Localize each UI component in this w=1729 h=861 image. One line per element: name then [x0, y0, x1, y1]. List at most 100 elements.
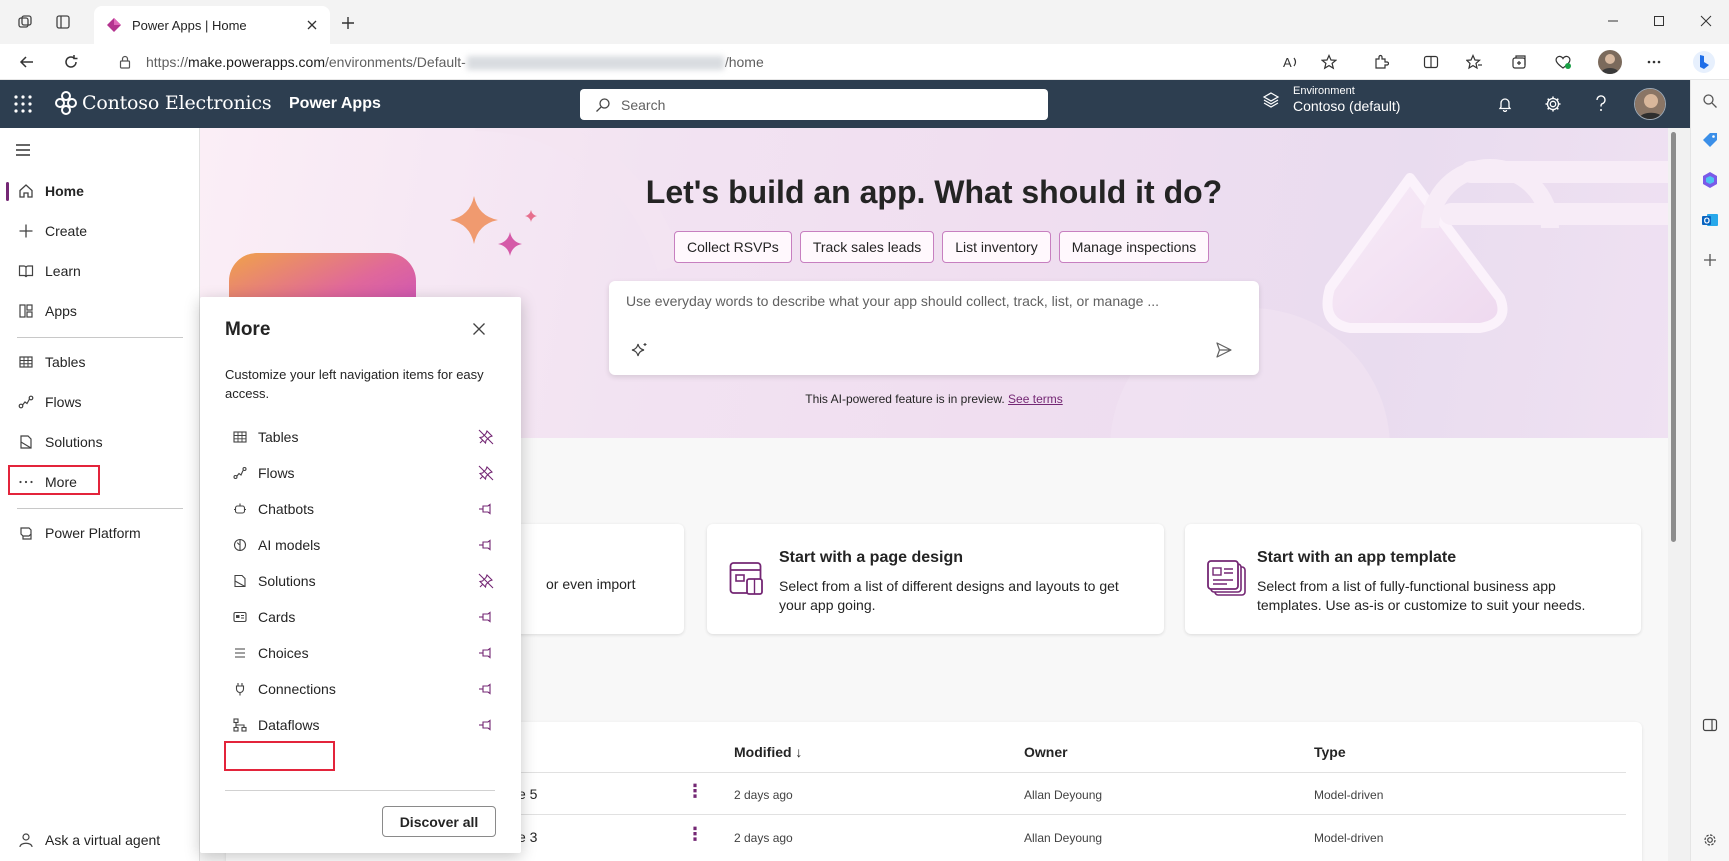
m365-icon[interactable]	[1700, 170, 1720, 190]
notifications-bell-icon[interactable]	[1494, 93, 1516, 115]
more-item-chatbots[interactable]: Chatbots	[225, 493, 495, 525]
pin-icon[interactable]	[477, 536, 495, 554]
environment-label: Environment	[1293, 85, 1355, 97]
prompt-suggestions-icon[interactable]	[631, 341, 651, 361]
shopping-tag-icon[interactable]	[1700, 130, 1720, 150]
ask-virtual-agent[interactable]: Ask a virtual agent	[6, 822, 198, 858]
outlook-icon[interactable]: O	[1700, 210, 1720, 230]
card-start-with-page-design[interactable]: Start with a page design Select from a l…	[707, 524, 1164, 634]
pin-icon[interactable]	[477, 500, 495, 518]
prompt-placeholder: Use everyday words to describe what your…	[626, 293, 1160, 309]
user-avatar[interactable]	[1634, 88, 1666, 120]
card-start-with-app-template[interactable]: Start with an app template Select from a…	[1185, 524, 1641, 634]
send-icon[interactable]	[1215, 341, 1235, 361]
unpin-icon[interactable]	[477, 572, 495, 590]
pin-icon[interactable]	[477, 608, 495, 626]
browser-tab[interactable]: Power Apps | Home	[94, 6, 330, 44]
nav-item-home[interactable]: Home	[6, 173, 198, 209]
apps-icon	[17, 302, 35, 320]
row-actions-icon[interactable]: ⋮	[686, 825, 704, 847]
chip-track-sales-leads[interactable]: Track sales leads	[799, 231, 935, 263]
discover-all-button[interactable]: Discover all	[382, 806, 496, 837]
card-description: Select from a list of different designs …	[779, 578, 1119, 613]
svg-text:O: O	[1704, 217, 1710, 226]
copilot-icon[interactable]	[1690, 48, 1718, 76]
close-window-icon[interactable]	[1688, 10, 1724, 32]
maximize-icon[interactable]	[1641, 10, 1677, 32]
environment-picker[interactable]: Environment Contoso (default)	[1262, 85, 1400, 114]
table-row-owner: Allan Deyoung	[1024, 831, 1103, 845]
copilot-prompt-box[interactable]: Use everyday words to describe what your…	[609, 281, 1259, 375]
browser-essentials-icon[interactable]	[1552, 51, 1574, 73]
nav-item-apps[interactable]: Apps	[6, 293, 198, 329]
favorites-icon[interactable]	[1463, 51, 1485, 73]
more-item-dataflows[interactable]: Dataflows	[225, 709, 495, 741]
dataflows-highlight-box	[224, 741, 335, 771]
url-field[interactable]: https://make.powerapps.com/environments/…	[104, 48, 1280, 76]
help-icon[interactable]	[1590, 93, 1612, 115]
settings-more-icon[interactable]	[1643, 51, 1665, 73]
split-screen-icon[interactable]	[1420, 51, 1442, 73]
hamburger-menu-icon[interactable]	[14, 141, 34, 161]
more-item-flows[interactable]: Flows	[225, 457, 495, 489]
tab-actions-icon[interactable]	[52, 11, 74, 33]
page-scrollbar-thumb[interactable]	[1671, 132, 1676, 542]
app-launcher-icon[interactable]	[13, 94, 33, 114]
nav-item-learn[interactable]: Learn	[6, 253, 198, 289]
close-tab-icon[interactable]	[304, 17, 320, 33]
redacted-url-segment	[466, 56, 724, 71]
brand-logo[interactable]: Contoso Electronics	[55, 91, 272, 115]
chip-collect-rsvps[interactable]: Collect RSVPs	[674, 231, 792, 263]
more-item-solutions[interactable]: Solutions	[225, 565, 495, 597]
back-icon[interactable]	[16, 51, 38, 73]
profile-avatar[interactable]	[1598, 50, 1622, 74]
extensions-icon[interactable]	[1370, 51, 1392, 73]
card-title: Start with a page design	[779, 549, 964, 566]
nav-item-tables[interactable]: Tables	[6, 344, 198, 380]
search-input[interactable]: Search	[580, 89, 1048, 120]
nav-item-solutions[interactable]: Solutions	[6, 424, 198, 460]
row-actions-icon[interactable]: ⋮	[686, 782, 704, 804]
pin-icon[interactable]	[477, 644, 495, 662]
column-header-type[interactable]: Type	[1314, 744, 1346, 760]
column-header-owner[interactable]: Owner	[1024, 744, 1068, 760]
product-name[interactable]: Power Apps	[289, 95, 381, 113]
app-header: Contoso Electronics Power Apps Search En…	[0, 80, 1690, 128]
column-header-modified[interactable]: Modified ↓	[734, 744, 802, 760]
lock-icon[interactable]	[118, 55, 132, 69]
table-row-owner: Allan Deyoung	[1024, 788, 1103, 802]
favorite-star-icon[interactable]	[1318, 51, 1340, 73]
workspaces-icon[interactable]	[14, 11, 36, 33]
hide-sidebar-icon[interactable]	[1700, 715, 1720, 735]
collections-icon[interactable]	[1508, 51, 1530, 73]
more-item-tables[interactable]: Tables	[225, 421, 495, 453]
flow-icon	[232, 465, 248, 481]
refresh-icon[interactable]	[60, 51, 82, 73]
settings-gear-icon[interactable]	[1542, 93, 1564, 115]
more-item-connections[interactable]: Connections	[225, 673, 495, 705]
sidebar-search-icon[interactable]	[1700, 91, 1720, 111]
left-navigation: Home Create Learn Apps Tables Flows Solu…	[0, 128, 200, 861]
new-tab-icon[interactable]	[338, 13, 358, 33]
sidebar-settings-icon[interactable]	[1700, 830, 1720, 850]
close-icon[interactable]	[472, 322, 488, 338]
pin-icon[interactable]	[477, 716, 495, 734]
environment-value: Contoso (default)	[1293, 98, 1401, 114]
more-item-cards[interactable]: Cards	[225, 601, 495, 633]
nav-item-create[interactable]: Create	[6, 213, 198, 249]
unpin-icon[interactable]	[477, 464, 495, 482]
pin-icon[interactable]	[477, 680, 495, 698]
nav-item-power-platform[interactable]: Power Platform	[6, 515, 198, 551]
card-description: or even import	[546, 576, 636, 592]
add-sidebar-app-icon[interactable]	[1700, 250, 1720, 270]
nav-item-flows[interactable]: Flows	[6, 384, 198, 420]
nav-divider	[17, 508, 183, 509]
minimize-icon[interactable]	[1595, 10, 1631, 32]
read-aloud-icon[interactable]: A	[1280, 51, 1302, 73]
chip-list-inventory[interactable]: List inventory	[942, 231, 1051, 263]
chip-manage-inspections[interactable]: Manage inspections	[1058, 231, 1210, 263]
unpin-icon[interactable]	[477, 428, 495, 446]
see-terms-link[interactable]: See terms	[1008, 392, 1063, 406]
more-item-ai-models[interactable]: AI models	[225, 529, 495, 561]
more-item-choices[interactable]: Choices	[225, 637, 495, 669]
